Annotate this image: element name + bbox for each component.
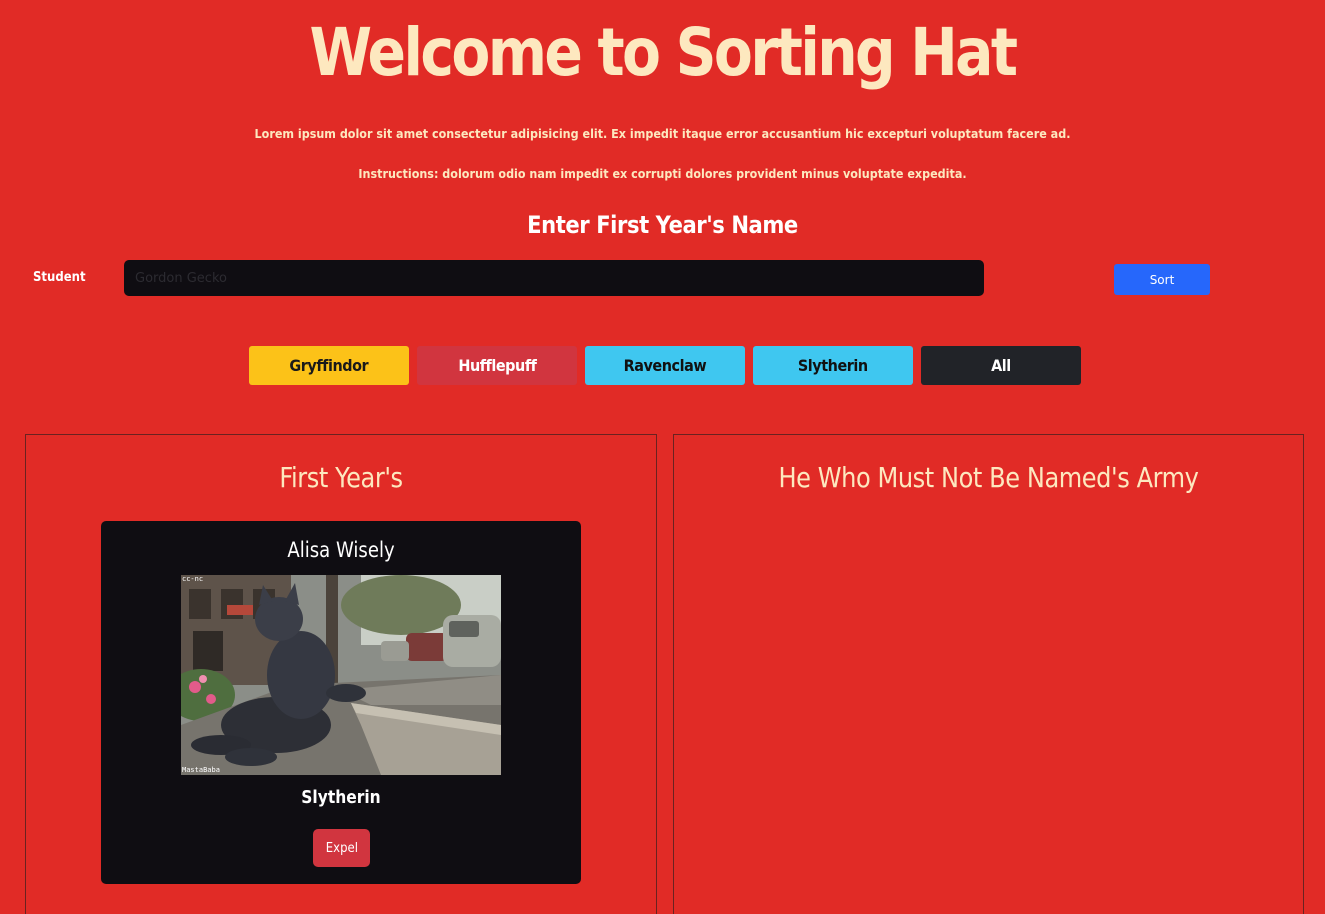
filter-hufflepuff-button[interactable]: Hufflepuff	[417, 346, 577, 385]
filter-label: All	[991, 356, 1011, 375]
student-house: Slytherin	[301, 787, 381, 808]
student-photo: cc-nc MastaBaba	[181, 575, 501, 775]
expel-button[interactable]: Expel	[313, 829, 370, 867]
filter-ravenclaw-button[interactable]: Ravenclaw	[585, 346, 745, 385]
form-heading: Enter First Year's Name	[527, 211, 798, 239]
army-title: He Who Must Not Be Named's Army	[778, 461, 1199, 494]
filter-all-button[interactable]: All	[921, 346, 1081, 385]
filter-label: Hufflepuff	[457, 356, 537, 375]
image-watermark-top: cc-nc	[182, 575, 204, 583]
filter-gryffindor-button[interactable]: Gryffindor	[249, 346, 409, 385]
first-years-panel: First Year's Alisa Wisely cc-nc MastaBab…	[25, 434, 657, 914]
student-name: Alisa Wisely	[287, 538, 395, 562]
student-label: Student	[33, 270, 86, 285]
expel-label: Expel	[325, 840, 358, 856]
image-watermark-bottom: MastaBaba	[182, 766, 220, 774]
student-name-input[interactable]	[124, 260, 984, 296]
intro-text: Lorem ipsum dolor sit amet consectetur a…	[254, 127, 1071, 141]
student-card: Alisa Wisely cc-nc MastaBaba Slytherin E…	[101, 521, 581, 884]
sort-button[interactable]: Sort	[1114, 264, 1210, 295]
instructions-text: Instructions: dolorum odio nam impedit e…	[358, 167, 967, 181]
page-title: Welcome to Sorting Hat	[309, 14, 1018, 91]
first-years-title: First Year's	[279, 461, 403, 494]
filter-label: Slytherin	[798, 356, 868, 375]
army-panel: He Who Must Not Be Named's Army	[673, 434, 1304, 914]
filter-label: Ravenclaw	[623, 356, 707, 375]
filter-slytherin-button[interactable]: Slytherin	[753, 346, 913, 385]
filter-label: Gryffindor	[289, 356, 369, 375]
